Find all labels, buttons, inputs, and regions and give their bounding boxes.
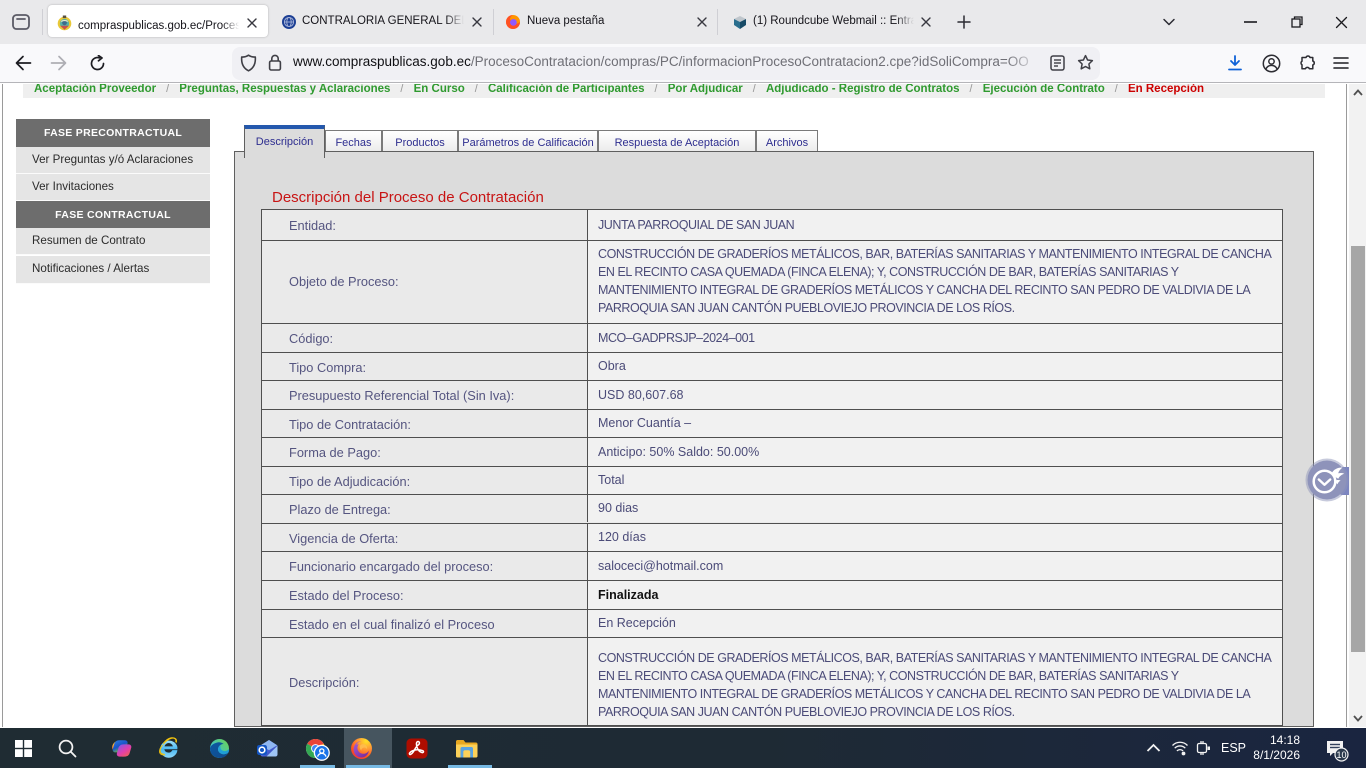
svg-text:10: 10 (1336, 750, 1346, 760)
